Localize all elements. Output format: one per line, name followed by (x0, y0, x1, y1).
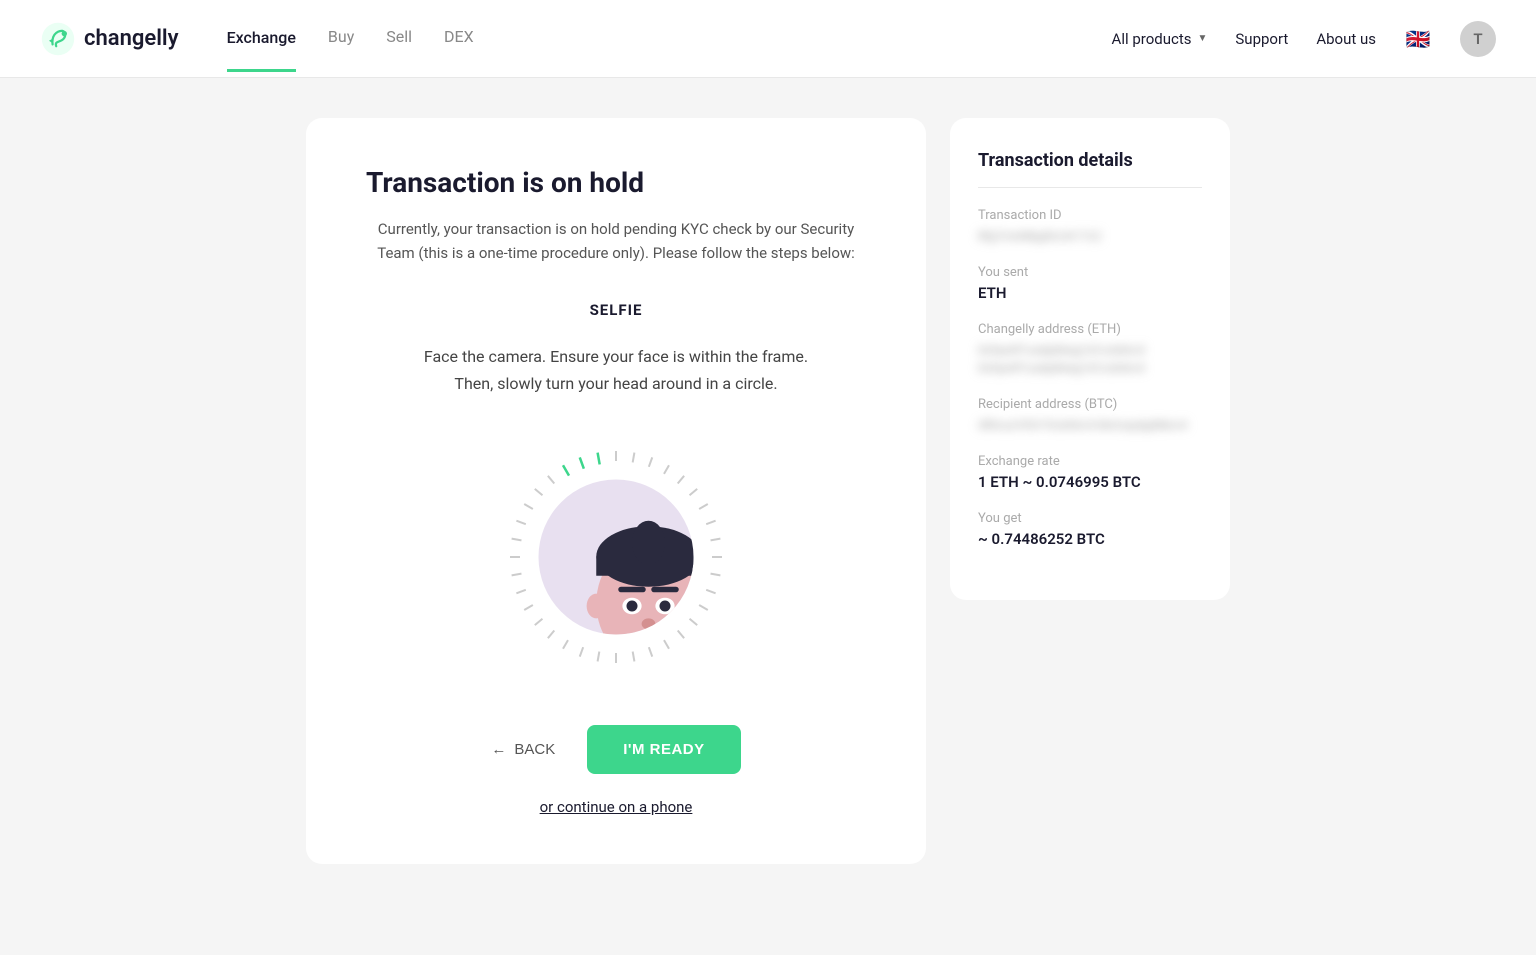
nav-dex[interactable]: DEX (444, 27, 474, 50)
details-card: Transaction details Transaction ID 8fg7r… (950, 118, 1230, 600)
changelly-address-label: Changelly address (ETH) (978, 322, 1202, 337)
changelly-address-value: 0x9ye4f1ca4p8Aeg1d1cnb4rc4 0x9ye4f1ca4p8… (978, 341, 1202, 377)
recipient-address-value: rB9cca1K3r1fcnb4rc4 bkrtcaydg4bkrc4 (978, 416, 1202, 434)
nav-buy[interactable]: Buy (328, 27, 354, 50)
chevron-down-icon: ▼ (1197, 33, 1207, 44)
changelly-address-row: Changelly address (ETH) 0x9ye4f1ca4p8Aeg… (978, 322, 1202, 377)
transaction-id-label: Transaction ID (978, 208, 1202, 223)
you-sent-label: You sent (978, 265, 1202, 280)
card-subtitle: Currently, your transaction is on hold p… (366, 217, 866, 265)
user-avatar[interactable]: T (1460, 21, 1496, 57)
main-card: Transaction is on hold Currently, your t… (306, 118, 926, 864)
transaction-id-value: 8fg7rre4dkg6trc4r17c2 (978, 227, 1202, 245)
main-content: Transaction is on hold Currently, your t… (0, 78, 1536, 955)
all-products-label: All products (1112, 30, 1192, 48)
header-right: All products ▼ Support About us 🇬🇧 T (1112, 21, 1496, 57)
face-svg (539, 480, 694, 635)
details-title: Transaction details (978, 150, 1202, 188)
all-products-button[interactable]: All products ▼ (1112, 30, 1208, 48)
you-get-row: You get ~ 0.74486252 BTC (978, 511, 1202, 548)
face-ring (506, 447, 726, 667)
recipient-address-label: Recipient address (BTC) (978, 397, 1202, 412)
exchange-rate-value: 1 ETH ~ 0.0746995 BTC (978, 473, 1202, 491)
you-sent-value: ETH (978, 284, 1202, 302)
exchange-rate-row: Exchange rate 1 ETH ~ 0.0746995 BTC (978, 454, 1202, 491)
logo-text: changelly (84, 26, 179, 51)
back-button[interactable]: ← BACK (491, 741, 555, 758)
page-title: Transaction is on hold (366, 166, 866, 199)
you-get-label: You get (978, 511, 1202, 526)
exchange-rate-label: Exchange rate (978, 454, 1202, 469)
recipient-address-row: Recipient address (BTC) rB9cca1K3r1fcnb4… (978, 397, 1202, 434)
nav-sell[interactable]: Sell (386, 27, 412, 50)
back-arrow-icon: ← (491, 741, 506, 758)
selfie-description: Face the camera. Ensure your face is wit… (406, 343, 826, 397)
about-link[interactable]: About us (1316, 30, 1376, 48)
main-nav: Exchange Buy Sell DEX (227, 27, 1112, 50)
transaction-id-row: Transaction ID 8fg7rre4dkg6trc4r17c2 (978, 208, 1202, 245)
you-get-value: ~ 0.74486252 BTC (978, 530, 1202, 548)
nav-exchange[interactable]: Exchange (227, 28, 296, 72)
you-sent-row: You sent ETH (978, 265, 1202, 302)
logo-icon (40, 21, 76, 57)
phone-link[interactable]: or continue on a phone (366, 798, 866, 816)
selfie-label: SELFIE (366, 301, 866, 319)
face-illustration (539, 480, 694, 635)
back-label: BACK (514, 741, 555, 758)
support-link[interactable]: Support (1235, 30, 1288, 48)
button-row: ← BACK I'M READY (366, 725, 866, 774)
face-animation-area (366, 437, 866, 677)
language-flag-icon[interactable]: 🇬🇧 (1404, 25, 1432, 53)
ready-button[interactable]: I'M READY (587, 725, 740, 774)
logo[interactable]: changelly (40, 21, 179, 57)
